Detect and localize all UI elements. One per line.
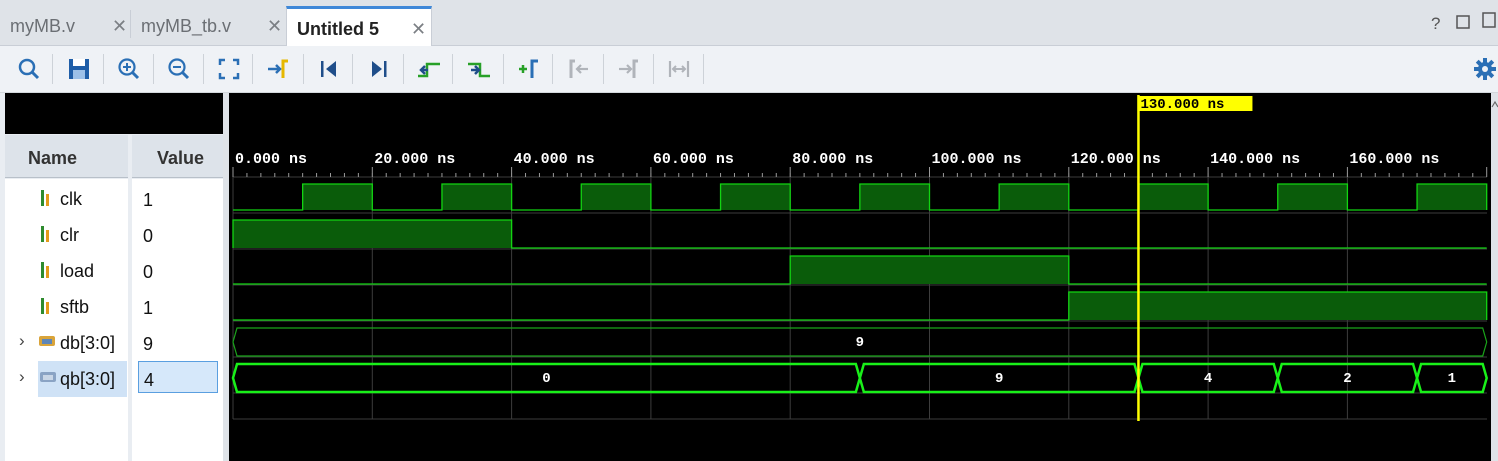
time-tick-label: 60.000 ns xyxy=(653,151,734,168)
bus-signal-icon xyxy=(39,334,55,350)
chevron-right-icon[interactable]: › xyxy=(19,367,25,387)
qb-segment-label: 2 xyxy=(1343,371,1351,387)
zoom-fit-icon[interactable] xyxy=(214,54,244,84)
bit-signal-icon xyxy=(41,262,51,278)
go-to-time-0-icon[interactable] xyxy=(314,54,344,84)
signal-name: db[3:0] xyxy=(60,333,116,353)
bit-signal-icon xyxy=(41,226,51,242)
tab-label: Untitled 5 xyxy=(297,19,380,39)
signal-row-clk[interactable]: clk xyxy=(5,181,127,217)
load-high-pulse xyxy=(790,256,1069,284)
signal-name: load xyxy=(60,261,95,281)
previous-marker-icon[interactable] xyxy=(564,54,594,84)
bus-signal-icon xyxy=(40,370,56,386)
column-divider[interactable] xyxy=(128,135,132,461)
clk-high-pulse xyxy=(859,184,930,210)
signal-row-qb[interactable]: qb[3:0] xyxy=(38,361,127,397)
signal-row-clr[interactable]: clr xyxy=(5,217,127,253)
signal-row-sftb[interactable]: sftb xyxy=(5,289,127,325)
qb-segment-label: 4 xyxy=(1204,371,1212,387)
signal-value: 4 xyxy=(138,361,218,393)
signal-name: qb[3:0] xyxy=(60,369,116,389)
bit-signal-icon xyxy=(41,298,51,314)
time-tick-label: 140.000 ns xyxy=(1210,151,1300,168)
clk-high-pulse xyxy=(581,184,651,210)
tab-mymb-tb-v[interactable]: myMB_tb.v ✕ xyxy=(131,6,286,45)
clk-high-pulse xyxy=(441,184,512,210)
qb-segment-label: 1 xyxy=(1448,371,1456,387)
signal-value: 1 xyxy=(143,298,154,318)
editor-tab-bar: myMB.v ✕ myMB_tb.v ✕ Untitled 5 ✕ ? xyxy=(0,0,1498,46)
previous-transition-icon[interactable] xyxy=(414,54,444,84)
name-column-header[interactable]: Name xyxy=(5,135,128,178)
cursor-time-label: 130.000 ns xyxy=(1140,97,1224,113)
time-tick-label: 20.000 ns xyxy=(374,151,455,168)
tab-untitled-5[interactable]: Untitled 5 ✕ xyxy=(286,6,432,46)
time-tick-label: 120.000 ns xyxy=(1071,151,1161,168)
swap-cursors-icon[interactable] xyxy=(664,54,694,84)
signal-row-db[interactable]: › db[3:0] xyxy=(5,325,127,361)
vertical-scrollbar[interactable] xyxy=(1491,93,1498,461)
time-tick-label: 40.000 ns xyxy=(514,151,595,168)
signal-name: clk xyxy=(60,189,82,209)
signal-name: sftb xyxy=(60,297,90,317)
signal-value: 1 xyxy=(143,190,154,210)
go-to-cursor-icon[interactable] xyxy=(264,54,294,84)
time-tick-label: 100.000 ns xyxy=(932,151,1022,168)
waveform-pane[interactable]: 0.000 ns 20.000 ns 40.000 ns 60.000 ns 80.00… xyxy=(229,93,1491,461)
value-column-header[interactable]: Value xyxy=(132,135,223,178)
bit-signal-icon xyxy=(41,190,51,206)
close-icon[interactable]: ✕ xyxy=(411,19,426,40)
sftb-high-pulse xyxy=(1068,292,1487,320)
qb-segment-label: 9 xyxy=(995,371,1003,387)
clk-high-pulse xyxy=(1138,184,1209,210)
signal-name: clr xyxy=(60,225,79,245)
go-to-last-time-icon[interactable] xyxy=(364,54,394,84)
qb-segment-label: 0 xyxy=(542,371,550,387)
clk-high-pulse xyxy=(1277,184,1348,210)
waveform-canvas[interactable]: 0.000 ns 20.000 ns 40.000 ns 60.000 ns 80.00… xyxy=(229,93,1491,461)
waveform-toolbar xyxy=(0,46,1498,93)
chevron-right-icon[interactable]: › xyxy=(19,331,25,351)
settings-icon[interactable] xyxy=(1470,54,1498,84)
signal-value: 9 xyxy=(143,334,154,354)
time-tick-label: 0.000 ns xyxy=(235,151,307,168)
signal-value: 0 xyxy=(143,226,154,246)
time-tick-label: 160.000 ns xyxy=(1349,151,1439,168)
save-icon[interactable] xyxy=(64,54,94,84)
next-transition-icon[interactable] xyxy=(464,54,494,84)
tab-label: myMB_tb.v xyxy=(141,16,232,36)
zoom-in-icon[interactable] xyxy=(114,54,144,84)
clr-high-pulse xyxy=(233,220,512,248)
signal-value: 0 xyxy=(143,262,154,282)
close-icon[interactable]: ✕ xyxy=(112,16,127,37)
search-icon[interactable] xyxy=(14,54,44,84)
clk-high-pulse xyxy=(1417,184,1487,210)
signal-row-load[interactable]: load xyxy=(5,253,127,289)
restore-icon[interactable] xyxy=(1456,14,1470,34)
maximize-icon[interactable] xyxy=(1482,12,1496,33)
tab-label: myMB.v xyxy=(10,16,75,36)
add-marker-icon[interactable] xyxy=(514,54,544,84)
help-icon[interactable]: ? xyxy=(1431,14,1440,34)
clk-high-pulse xyxy=(999,184,1069,210)
tab-mymb-v[interactable]: myMB.v ✕ xyxy=(0,6,130,45)
clk-high-pulse xyxy=(302,184,373,210)
name-panel-spacer xyxy=(5,93,223,134)
next-marker-icon[interactable] xyxy=(614,54,644,84)
zoom-out-icon[interactable] xyxy=(164,54,194,84)
close-icon[interactable]: ✕ xyxy=(267,16,282,37)
db-segment-label: 9 xyxy=(856,335,864,351)
time-tick-label: 80.000 ns xyxy=(792,151,873,168)
clk-high-pulse xyxy=(720,184,791,210)
